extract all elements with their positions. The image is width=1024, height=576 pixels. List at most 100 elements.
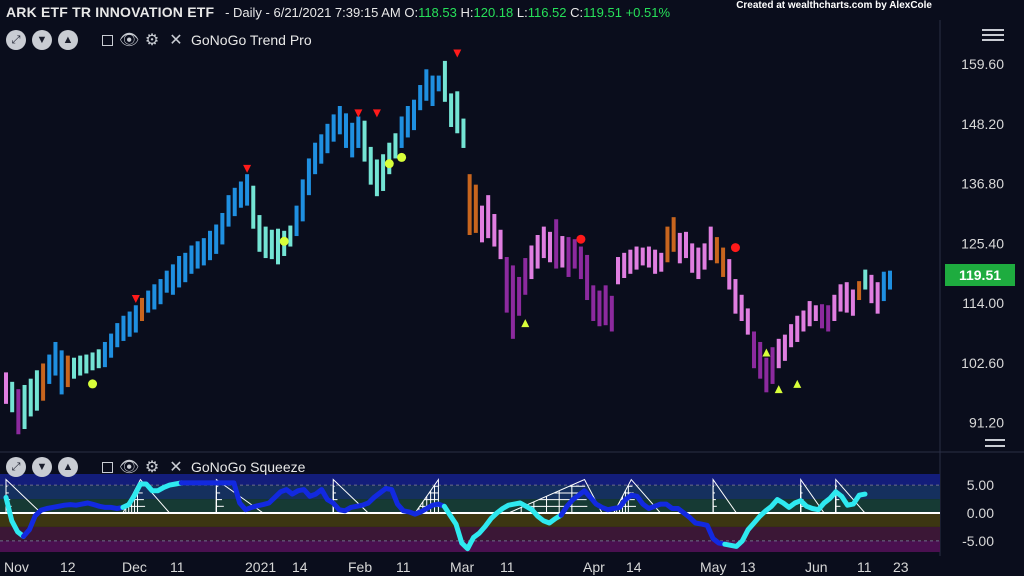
- price-bar: [875, 282, 880, 314]
- price-bar: [430, 75, 435, 106]
- price-bar: [480, 205, 484, 243]
- price-bar: [183, 252, 188, 283]
- price-bar: [609, 295, 614, 332]
- price-bar: [801, 310, 806, 332]
- squeeze-axis-tick: 5.00: [967, 477, 994, 493]
- price-bar: [22, 384, 27, 430]
- price-bar: [585, 254, 590, 301]
- x-axis-tick: Dec: [122, 559, 147, 575]
- hamburger-icon[interactable]: [982, 26, 1004, 44]
- x-axis-tick: Feb: [348, 559, 372, 575]
- price-bar: [362, 120, 367, 162]
- eye-icon[interactable]: 👁: [119, 457, 139, 477]
- chevron-down-icon[interactable]: ▼: [32, 30, 52, 50]
- x-axis-tick: 11: [396, 559, 411, 575]
- price-bar: [189, 245, 194, 274]
- chevron-down-icon[interactable]: ▼: [32, 457, 52, 477]
- price-bar: [684, 231, 688, 259]
- price-bar: [288, 225, 293, 247]
- chart-header: ARK ETF TR INNOVATION ETF - Daily - 6/21…: [6, 4, 670, 20]
- price-bar: [690, 243, 695, 273]
- price-axis-tick: 148.20: [961, 116, 1004, 132]
- minimize-icon[interactable]: [102, 461, 113, 473]
- price-bar: [152, 284, 157, 310]
- expand-icon[interactable]: ⤢: [6, 457, 26, 477]
- price-bar: [832, 294, 837, 321]
- squeeze-band-4: [0, 526, 940, 541]
- chevron-up-icon[interactable]: ▲: [58, 457, 78, 477]
- price-bar: [96, 349, 101, 369]
- price-bar: [337, 106, 342, 135]
- price-bar: [622, 252, 627, 278]
- gear-icon[interactable]: ⚙: [143, 30, 161, 50]
- price-bar: [523, 258, 528, 295]
- price-bar: [548, 231, 552, 263]
- price-bar: [313, 142, 318, 175]
- x-axis-tick: Mar: [450, 559, 474, 575]
- price-bar: [510, 265, 515, 339]
- gear-icon[interactable]: ⚙: [143, 457, 161, 477]
- x-axis-tick: Jun: [805, 559, 828, 575]
- price-bar: [269, 229, 274, 260]
- price-bar: [201, 238, 206, 266]
- price-bar: [65, 355, 70, 388]
- price-bar: [344, 113, 348, 148]
- price-bar: [232, 187, 237, 217]
- price-bar: [455, 91, 460, 134]
- expand-icon[interactable]: ⤢: [6, 30, 26, 50]
- eye-icon[interactable]: 👁: [119, 30, 139, 50]
- price-bar: [449, 93, 454, 127]
- chevron-up-icon[interactable]: ▲: [58, 30, 78, 50]
- price-bar: [603, 285, 608, 326]
- open-value: 118.53: [418, 5, 457, 20]
- price-axis-tick: 114.00: [962, 295, 1004, 311]
- x-axis-tick: 23: [893, 559, 909, 575]
- price-bar: [560, 236, 565, 268]
- price-bar: [436, 75, 441, 92]
- price-bar: [405, 106, 410, 138]
- price-bar: [263, 226, 268, 259]
- price-bar: [374, 159, 379, 197]
- symbol-name: ARK ETF TR INNOVATION ETF: [6, 4, 215, 20]
- price-bar: [850, 289, 855, 316]
- price-axis-tick: 159.60: [961, 56, 1004, 72]
- price-bar: [41, 363, 46, 401]
- open-label: O:: [404, 5, 419, 20]
- close-label: C:: [570, 5, 584, 20]
- price-bar: [881, 271, 886, 302]
- price-bar: [517, 276, 522, 316]
- price-bar: [628, 249, 633, 274]
- price-bar: [319, 134, 324, 164]
- price-bar: [671, 217, 676, 252]
- high-label: H:: [460, 5, 474, 20]
- minimize-icon[interactable]: [102, 34, 113, 46]
- price-axis-tick: 136.80: [961, 176, 1004, 192]
- price-bar: [387, 142, 392, 175]
- price-bar: [294, 205, 299, 237]
- price-bar: [888, 270, 892, 290]
- price-bar: [733, 279, 738, 314]
- price-bar: [461, 118, 466, 148]
- price-bar: [467, 174, 472, 235]
- price-bar: [34, 370, 39, 411]
- go-dot-marker: [384, 159, 394, 169]
- close-icon[interactable]: ✕: [167, 30, 185, 50]
- price-bar: [251, 185, 256, 229]
- price-bar: [325, 123, 330, 154]
- price-bar: [486, 195, 491, 239]
- price-bar: [745, 308, 750, 335]
- price-bar: [727, 259, 732, 290]
- price-bar: [238, 181, 243, 208]
- price-bar: [399, 116, 404, 148]
- price-bar: [504, 257, 509, 313]
- x-axis-tick: 14: [626, 559, 642, 575]
- price-bar: [121, 315, 126, 341]
- price-bar: [826, 305, 831, 332]
- x-axis-tick: 12: [60, 559, 76, 575]
- price-bar: [140, 297, 144, 321]
- price-bar: [820, 304, 824, 329]
- price-bar: [381, 154, 386, 191]
- price-bar: [659, 252, 664, 272]
- close-icon[interactable]: ✕: [167, 457, 185, 477]
- price-bar: [220, 212, 225, 245]
